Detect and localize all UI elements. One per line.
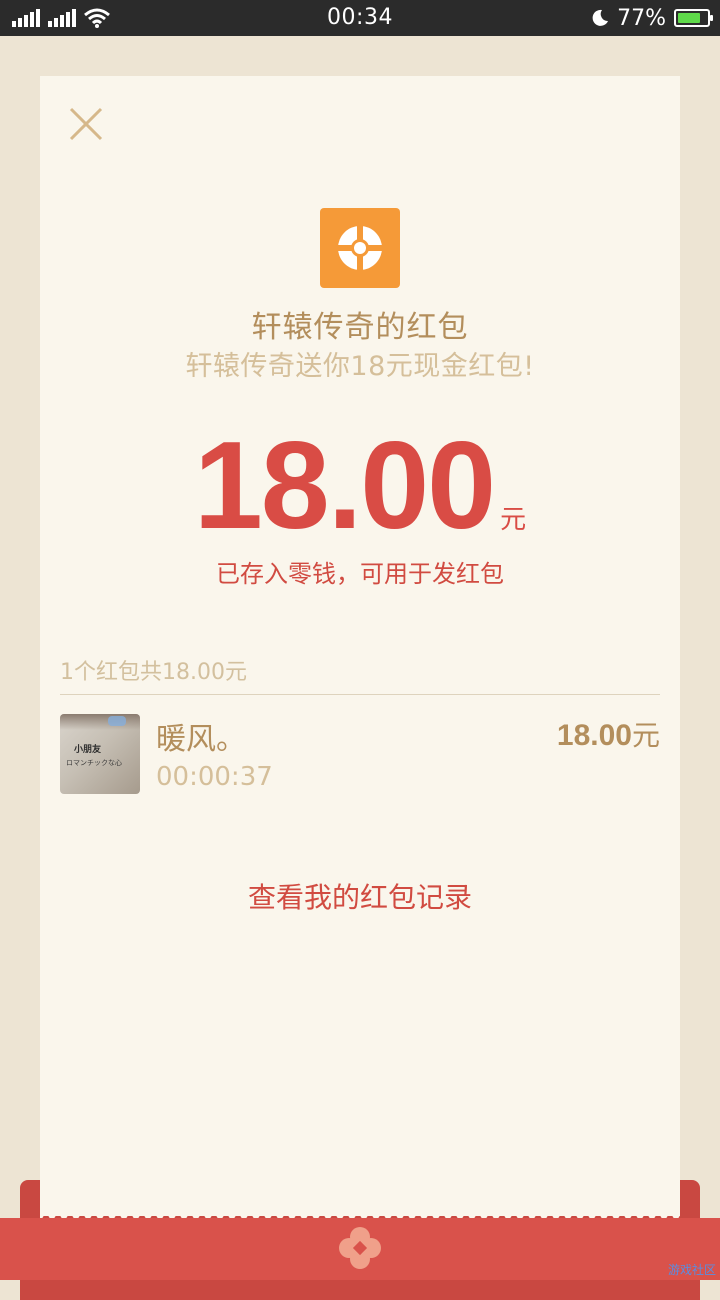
recipient-row[interactable]: 小朋友 ロマンチックな心 暖风。 00:00:37 18.00元 xyxy=(60,714,660,798)
avatar-shirt-subtext: ロマンチックな心 xyxy=(66,759,122,767)
red-packet-card: 轩辕传奇的红包 轩辕传奇送你18元现金红包! 18.00 元 已存入零钱，可用于发… xyxy=(40,76,680,1216)
amount-display: 18.00 元 xyxy=(40,424,680,548)
envelope-knot-icon xyxy=(339,1227,381,1269)
app-logo-icon xyxy=(336,224,384,272)
amount-unit: 元 xyxy=(500,505,527,535)
recipient-amount: 18.00元 xyxy=(557,714,660,754)
recipient-amount-value: 18.00 xyxy=(556,719,632,752)
status-bar: 00:34 77% xyxy=(0,0,720,36)
recipient-name: 暖风。 xyxy=(156,722,246,757)
watermark: 游戏社区 xyxy=(667,1263,716,1277)
moon-icon xyxy=(592,9,609,26)
packet-subtitle: 轩辕传奇送你18元现金红包! xyxy=(185,351,535,382)
recipient-amount-unit: 元 xyxy=(631,719,660,752)
battery-fill xyxy=(678,13,700,23)
avatar-shirt-text: 小朋友 xyxy=(74,745,102,755)
stored-note: 已存入零钱，可用于发红包 xyxy=(216,560,504,588)
avatar-hair xyxy=(60,714,140,730)
recipient-time: 00:00:37 xyxy=(156,762,273,792)
packet-summary: 1个红包共18.00元 xyxy=(60,660,247,685)
amount-value: 18.00 xyxy=(193,417,496,555)
status-right: 77% xyxy=(591,5,713,31)
close-button[interactable] xyxy=(66,104,106,144)
packet-title: 轩辕传奇的红包 xyxy=(251,310,469,345)
view-history-link[interactable]: 查看我的红包记录 xyxy=(40,876,680,916)
avatar[interactable]: 小朋友 ロマンチックな心 xyxy=(60,714,140,794)
battery-icon xyxy=(674,9,713,27)
app-logo xyxy=(320,208,400,288)
battery-percent: 77% xyxy=(617,5,666,31)
close-icon xyxy=(69,107,103,141)
avatar-accent xyxy=(108,716,126,726)
divider xyxy=(60,694,660,695)
